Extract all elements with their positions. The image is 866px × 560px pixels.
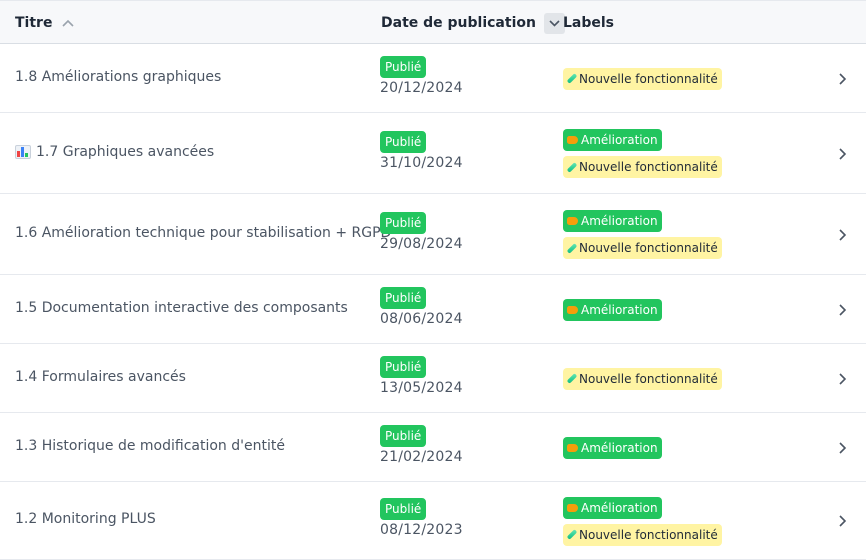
label-new-feature-badge: Nouvelle fonctionnalité	[563, 523, 722, 546]
label-text: Amélioration	[581, 302, 658, 317]
publication-date: 08/12/2023	[380, 522, 463, 538]
hand-icon	[567, 443, 578, 452]
publication-date: 21/02/2024	[380, 448, 463, 465]
column-header-labels: Labels	[563, 1, 614, 45]
label-new-feature-badge: Nouvelle fonctionnalité	[563, 67, 722, 90]
date-cell: Publié 29/08/2024	[380, 211, 463, 252]
chevron-right-icon[interactable]	[836, 72, 848, 85]
status-badge: Publié	[380, 498, 427, 520]
row-title-text: 1.4 Formulaires avancés	[15, 368, 186, 385]
hand-icon	[567, 305, 578, 314]
hand-icon	[567, 503, 578, 512]
chevron-right-icon[interactable]	[836, 441, 848, 454]
row-title: 1.3 Historique de modification d'entité	[15, 438, 285, 454]
label-improvement-badge: Amélioration	[563, 129, 662, 151]
labels-cell: Amélioration	[563, 298, 662, 321]
test-tube-icon	[566, 73, 578, 84]
chevron-right-icon[interactable]	[836, 515, 848, 527]
column-labels-label: Labels	[563, 15, 615, 31]
label-improvement-badge: Amélioration	[563, 496, 662, 519]
row-title: 1.4 Formulaires avancés	[15, 369, 186, 385]
test-tube-icon	[566, 161, 578, 173]
row-title-text: 1.6 Amélioration technique pour stabilis…	[15, 224, 392, 241]
date-cell: Publié 31/10/2024	[380, 130, 463, 171]
label-improvement-badge: Amélioration	[563, 436, 662, 459]
hand-icon	[567, 217, 578, 225]
row-title: 1.5 Documentation interactive des compos…	[15, 300, 348, 316]
label-text: Amélioration	[581, 214, 658, 228]
sort-ascending-icon	[62, 16, 75, 30]
chevron-right-icon[interactable]	[836, 372, 848, 385]
status-badge: Publié	[380, 424, 427, 447]
column-header-title[interactable]: Titre	[15, 1, 75, 45]
label-text: Nouvelle fonctionnalité	[579, 527, 718, 542]
label-improvement-badge: Amélioration	[563, 298, 662, 321]
changelog-table: Titre Date de publication Labels 1.8 Amé…	[0, 0, 866, 560]
labels-cell: Amélioration Nouvelle fonctionnalité	[563, 210, 722, 259]
status-badge: Publié	[380, 130, 427, 153]
label-text: Amélioration	[581, 133, 658, 147]
label-improvement-badge: Amélioration	[563, 210, 662, 232]
row-title-text: 1.3 Historique de modification d'entité	[15, 437, 285, 454]
label-text: Nouvelle fonctionnalité	[579, 241, 718, 255]
table-header: Titre Date de publication Labels	[0, 0, 866, 44]
labels-cell: Nouvelle fonctionnalité	[563, 367, 722, 390]
publication-date: 29/08/2024	[380, 235, 463, 252]
row-title-text: 1.5 Documentation interactive des compos…	[15, 299, 348, 316]
sort-descending-icon[interactable]	[543, 12, 565, 34]
column-date-label: Date de publication	[381, 15, 536, 31]
label-new-feature-badge: Nouvelle fonctionnalité	[563, 156, 722, 178]
date-cell: Publié 08/06/2024	[380, 286, 463, 327]
test-tube-icon	[566, 373, 578, 384]
label-text: Amélioration	[581, 500, 658, 515]
date-cell: Publié 08/12/2023	[380, 498, 463, 538]
labels-cell: Amélioration Nouvelle fonctionnalité	[563, 496, 722, 546]
table-row[interactable]: 1.3 Historique de modification d'entité P…	[0, 413, 866, 482]
table-row[interactable]: 1.8 Améliorations graphiques Publié 20/12/…	[0, 44, 866, 113]
publication-date: 13/05/2024	[380, 379, 463, 396]
test-tube-icon	[566, 529, 578, 540]
label-text: Nouvelle fonctionnalité	[579, 160, 718, 174]
status-badge: Publié	[380, 286, 427, 309]
labels-cell: Amélioration	[563, 436, 662, 459]
date-cell: Publié 20/12/2024	[380, 55, 463, 96]
status-badge: Publié	[380, 55, 427, 78]
table-row[interactable]: 1.2 Monitoring PLUS Publié 08/12/2023 Améli…	[0, 482, 866, 560]
row-title-text: 1.8 Améliorations graphiques	[15, 68, 222, 85]
column-header-date[interactable]: Date de publication	[381, 1, 565, 45]
publication-date: 31/10/2024	[380, 154, 463, 171]
row-title-text: 1.2 Monitoring PLUS	[15, 511, 156, 527]
chevron-right-icon[interactable]	[836, 147, 848, 160]
row-title: 1.2 Monitoring PLUS	[15, 511, 156, 527]
publication-date: 08/06/2024	[380, 310, 463, 327]
bar-chart-icon	[15, 144, 31, 159]
row-title: 1.7 Graphiques avancées	[15, 144, 214, 160]
labels-cell: Nouvelle fonctionnalité	[563, 67, 722, 90]
label-text: Nouvelle fonctionnalité	[579, 71, 718, 86]
chevron-right-icon[interactable]	[836, 303, 848, 316]
date-cell: Publié 13/05/2024	[380, 355, 463, 396]
table-row[interactable]: 1.7 Graphiques avancées Publié 31/10/2024 A…	[0, 113, 866, 194]
publication-date: 20/12/2024	[380, 79, 463, 96]
status-badge: Publié	[380, 355, 427, 378]
column-title-label: Titre	[15, 15, 53, 31]
row-title: 1.8 Améliorations graphiques	[15, 69, 221, 85]
labels-cell: Amélioration Nouvelle fonctionnalité	[563, 129, 722, 178]
date-cell: Publié 21/02/2024	[380, 424, 463, 465]
row-title-text: 1.7 Graphiques avancées	[36, 143, 215, 160]
label-text: Nouvelle fonctionnalité	[579, 371, 718, 386]
chevron-right-icon[interactable]	[836, 228, 848, 241]
label-text: Amélioration	[581, 440, 658, 455]
table-row[interactable]: 1.6 Amélioration technique pour stabilis…	[0, 194, 866, 275]
table-row[interactable]: 1.5 Documentation interactive des compos…	[0, 275, 866, 344]
row-title: 1.6 Amélioration technique pour stabilis…	[15, 225, 391, 241]
hand-icon	[567, 136, 578, 144]
test-tube-icon	[566, 242, 578, 254]
table-row[interactable]: 1.4 Formulaires avancés Publié 13/05/2024 N…	[0, 344, 866, 413]
status-badge: Publié	[380, 211, 427, 234]
label-new-feature-badge: Nouvelle fonctionnalité	[563, 367, 722, 390]
label-new-feature-badge: Nouvelle fonctionnalité	[563, 237, 722, 259]
